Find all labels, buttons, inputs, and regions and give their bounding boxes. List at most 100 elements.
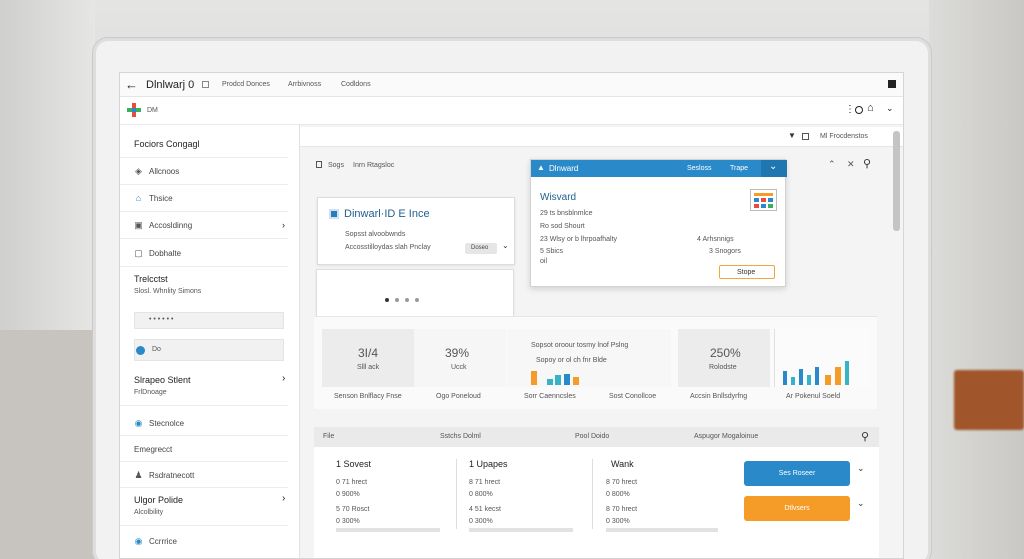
table-cell: 0 800% [469, 491, 493, 498]
stat-caption: Senson Bnlflacy Fnse [334, 393, 402, 400]
sidebar-item-accosldinng[interactable]: ▣ Accosldinng › [120, 214, 288, 236]
text-field[interactable]: • • • • • • [134, 312, 284, 329]
button-label: Ses Roseer [778, 470, 816, 477]
sidebar-item-emegrecct[interactable]: Emegrecct [120, 438, 288, 460]
table-cell: 8 70 hrect [606, 479, 638, 486]
circle-icon[interactable] [855, 106, 863, 114]
chevron-right-icon[interactable]: › [282, 373, 285, 384]
column-header[interactable]: File [323, 433, 334, 440]
column-divider [592, 459, 593, 529]
sidebar-item-allcnoos[interactable]: ◈ Allcnoos [120, 160, 288, 182]
background-shelf [0, 330, 95, 559]
tab-0[interactable]: Prodcd Donces [222, 81, 270, 88]
more-icon[interactable]: ⋮ [845, 104, 855, 115]
divider [120, 487, 288, 488]
section-subtitle: Slosl. Whnlity Simons [134, 288, 202, 295]
window-control-icon[interactable] [888, 80, 896, 88]
search-row-text: Inrn Rtagsloc [353, 162, 395, 169]
close-icon[interactable]: ✕ [847, 159, 855, 170]
bars-group [783, 343, 863, 385]
bars-group [531, 369, 591, 385]
grid-icon [802, 133, 809, 140]
title-bar: ← Dlnlwarj 0 Prodcd Donces Arrbivnoss Co… [120, 73, 903, 97]
sidebar-item-rsdratnecott[interactable]: ♟ Rsdratnecott [120, 464, 288, 486]
chevron-down-icon[interactable]: ⌄ [502, 241, 509, 250]
home-icon[interactable]: ⌂ [867, 102, 874, 114]
column-header[interactable]: Aspugor Mogaloinue [694, 433, 758, 440]
stat-box[interactable]: 39% Ucck [414, 329, 506, 387]
column-divider [456, 459, 457, 529]
tab-1[interactable]: Arrbivnoss [288, 81, 321, 88]
column-header[interactable]: Pool Doido [575, 433, 609, 440]
progress-bar [606, 528, 718, 532]
dot[interactable] [385, 298, 389, 302]
background-wood-shelf [954, 370, 1024, 430]
dot[interactable] [405, 298, 409, 302]
text-field[interactable]: Do [134, 339, 284, 361]
sidebar-item-label: Stecnolce [149, 418, 185, 428]
search-icon[interactable]: ⚲ [861, 430, 869, 443]
carousel-dots[interactable] [385, 298, 419, 302]
divider [120, 461, 288, 462]
chevron-down-icon[interactable]: ⌄ [886, 103, 894, 114]
main-scrollbar[interactable] [893, 131, 900, 231]
navigation-icon: ▲ [537, 163, 545, 172]
divider [120, 157, 288, 158]
table-body: 1 Sovest 0 71 hrect 0 900% 5 70 Rosct 0 … [314, 447, 879, 558]
table-cell: 0 800% [606, 491, 630, 498]
bar [791, 377, 795, 385]
card-line: Sopsst alvoobwnds [345, 231, 406, 238]
wifi-icon: ▼ [788, 131, 796, 140]
signal-icon: ◈ [135, 165, 142, 176]
chevron-up-icon[interactable]: ⌃ [828, 159, 836, 170]
popup-stop-button[interactable]: Stope [719, 265, 775, 279]
sidebar-item-stecnolce[interactable]: ◉ Stecnolce [120, 412, 288, 434]
card-select[interactable]: Doseo [465, 243, 497, 254]
section-subtitle: FrlDnoage [134, 389, 167, 396]
window-title: Dlnlwarj 0 [146, 79, 195, 91]
column-header[interactable]: Sstchs Dolml [440, 433, 481, 440]
chevron-down-icon[interactable]: ⌄ [857, 498, 865, 509]
field-value: • • • • • • [149, 316, 174, 323]
dot[interactable] [415, 298, 419, 302]
column-title: Wank [611, 459, 634, 469]
dot[interactable] [395, 298, 399, 302]
popup-title: Wisvard [540, 192, 577, 203]
toolbar-strip: ▼ Ml Frocdenstos [300, 127, 903, 147]
bar [845, 361, 849, 385]
sidebar: Fociors Congagl ◈ Allcnoos ⌂ Thsice ▣ Ac… [120, 125, 300, 558]
section-title: Slrapeo Stlent [134, 375, 191, 385]
popup-tab[interactable]: Trape [730, 165, 748, 172]
primary-action-button[interactable]: Ses Roseer [744, 461, 850, 486]
sidebar-item-label: Ccrrrice [149, 536, 177, 546]
check-circle-icon: ◉ [134, 535, 143, 546]
chevron-right-icon[interactable]: › [282, 493, 285, 504]
stat-caption: Ar Pokenul Soeld [786, 393, 841, 400]
popup-panel: ▲ Dlnward Sesloss Trape ⌄ Wisvard 29 ts … [530, 159, 787, 287]
checkbox-icon[interactable] [202, 81, 209, 88]
sidebar-item-dobhalte[interactable]: ▢ Dobhalte [120, 242, 288, 264]
chevron-down-icon[interactable]: ⌄ [857, 463, 865, 474]
sidebar-item-thsice[interactable]: ⌂ Thsice [120, 187, 288, 209]
stat-box[interactable]: 250% Rolodste [678, 329, 770, 387]
back-arrow-icon[interactable]: ← [125, 77, 138, 92]
column-title: 1 Upapes [469, 459, 508, 469]
stat-caption: Sorr Caenncsles [524, 393, 576, 400]
calculator-icon [750, 189, 777, 211]
zoom-icon[interactable]: ⚲ [863, 157, 871, 170]
popup-tab[interactable]: Sesloss [687, 165, 712, 172]
popup-line: oil [540, 258, 548, 265]
address-bar: DM ⋮ ⌂ ⌄ [120, 97, 903, 125]
tab-2[interactable]: Codldons [341, 81, 371, 88]
bar [555, 375, 561, 385]
address-label: DM [147, 107, 158, 114]
mini-bar-chart: Sopsot oroour tosmy lnof Pslng Sopoy or … [507, 329, 671, 387]
popup-line: 29 ts bnsblnmlce [540, 210, 593, 217]
popup-dropdown[interactable]: ⌄ [761, 160, 787, 177]
app-logo-icon [127, 103, 141, 117]
bar [825, 375, 831, 385]
chevron-right-icon: › [282, 220, 285, 230]
stat-box[interactable]: 3I/4 Slll ack [322, 329, 414, 387]
sidebar-item-ccrrrice[interactable]: ◉ Ccrrrice [120, 530, 288, 552]
secondary-action-button[interactable]: Dtlvsers [744, 496, 850, 521]
